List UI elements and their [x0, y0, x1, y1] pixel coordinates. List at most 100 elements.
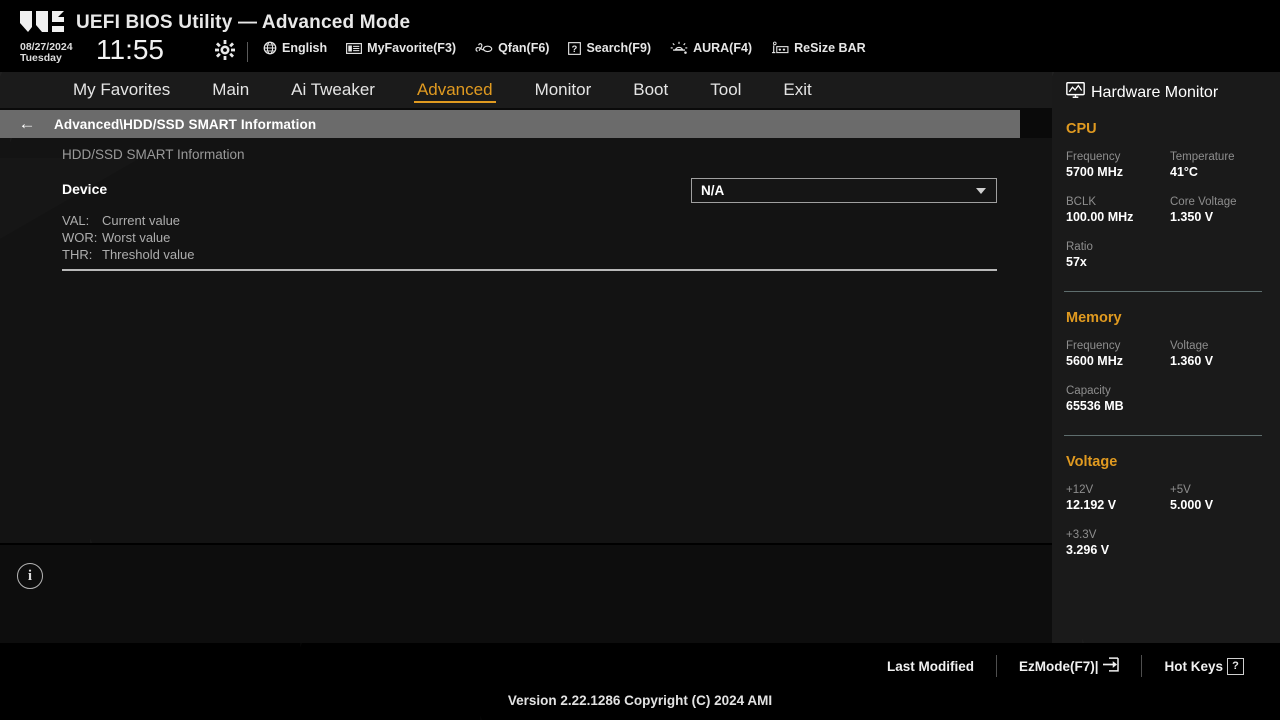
hw-divider: [1064, 435, 1262, 436]
hw-group-voltage-metrics: +12V 12.192 V +5V 5.000 V +3.3V 3.296 V: [1066, 483, 1280, 573]
hw-metric-value: 65536 MB: [1066, 399, 1124, 413]
hw-metric-value: 100.00 MHz: [1066, 210, 1134, 224]
legend-item: VAL: Current value: [62, 212, 195, 229]
info-circle-icon[interactable]: i: [17, 563, 43, 589]
legend-item: THR: Threshold value: [62, 246, 195, 263]
hw-metric-value: 57x: [1066, 255, 1087, 269]
hw-metric-value: 5.000 V: [1170, 498, 1214, 512]
resize-bar-icon: [771, 41, 789, 55]
page-title: UEFI BIOS Utility — Advanced Mode: [76, 12, 411, 33]
hw-group-cpu-title: CPU: [1066, 121, 1097, 137]
hw-metric: Core Voltage 1.350 V: [1170, 195, 1274, 226]
hw-metric: Frequency 5600 MHz: [1066, 339, 1170, 370]
hardware-monitor-title: Hardware Monitor: [1091, 83, 1219, 101]
language-button[interactable]: English: [263, 41, 327, 55]
device-label: Device: [62, 181, 108, 197]
hw-metric: Ratio 57x: [1066, 240, 1274, 271]
ezmode-button[interactable]: EzMode(F7)|: [997, 657, 1142, 675]
hot-keys-label: Hot Keys: [1164, 658, 1223, 674]
hw-metric: Capacity 65536 MB: [1066, 384, 1274, 415]
hw-metric: +3.3V 3.296 V: [1066, 528, 1274, 559]
ezmode-label: EzMode(F7)|: [1018, 658, 1099, 674]
hot-keys-button[interactable]: Hot Keys ?: [1142, 657, 1266, 675]
svg-text:?: ?: [572, 43, 578, 53]
tab-ai-tweaker[interactable]: Ai Tweaker: [270, 72, 396, 108]
myfavorite-label: MyFavorite(F3): [367, 41, 457, 55]
qfan-button[interactable]: Qfan(F6): [475, 41, 549, 55]
legend-item: WOR: Worst value: [62, 229, 195, 246]
header-bar: UEFI BIOS Utility — Advanced Mode 08/27/…: [0, 0, 1280, 72]
device-dropdown[interactable]: N/A: [691, 178, 997, 203]
header-actions: English MyFavorite(F3) Qfan(F6) ? Search…: [263, 41, 866, 55]
question-box-icon: ?: [568, 41, 582, 55]
hw-group-memory-metrics: Frequency 5600 MHz Voltage 1.360 V Capac…: [1066, 339, 1280, 429]
hardware-monitor-panel: Hardware Monitor CPU Frequency 5700 MHz …: [1052, 72, 1280, 643]
hardware-monitor-header: Hardware Monitor: [1052, 72, 1280, 103]
legend-key-val: VAL:: [62, 213, 90, 228]
tab-boot[interactable]: Boot: [612, 72, 689, 108]
tab-tool[interactable]: Tool: [689, 72, 762, 108]
hw-metric: Voltage 1.360 V: [1170, 339, 1274, 370]
hw-group-memory: Memory Frequency 5600 MHz Voltage 1.360 …: [1052, 310, 1280, 429]
hw-divider: [1064, 291, 1262, 292]
hw-group-cpu-metrics: Frequency 5700 MHz Temperature 41°C BCLK…: [1066, 150, 1280, 285]
nav-bar: My Favorites Main Ai Tweaker Advanced Mo…: [0, 72, 1052, 108]
value-legend: VAL: Current value WOR: Worst value THR:…: [62, 212, 195, 263]
hw-group-voltage-title: Voltage: [1066, 454, 1118, 470]
arrow-into-box-icon: [1102, 657, 1120, 675]
globe-icon: [263, 41, 277, 55]
myfavorite-button[interactable]: MyFavorite(F3): [346, 41, 456, 55]
hw-metric-label: +12V: [1066, 484, 1094, 496]
hw-metric-label: Core Voltage: [1170, 196, 1237, 208]
device-setting-row: Device N/A: [62, 178, 997, 204]
legend-key-wor: WOR:: [62, 230, 98, 245]
breadcrumb-path: Advanced\HDD/SSD SMART Information: [54, 116, 317, 132]
resize-bar-label: ReSize BAR: [794, 41, 866, 55]
hw-metric-label: BCLK: [1066, 196, 1097, 208]
footer-bar: Last Modified EzMode(F7)| Hot Keys ? Ver…: [0, 643, 1280, 720]
hw-metric-label: +5V: [1170, 484, 1191, 496]
search-label: Search(F9): [586, 41, 652, 55]
tab-monitor[interactable]: Monitor: [514, 72, 613, 108]
document-list-icon: [346, 42, 363, 55]
qfan-label: Qfan(F6): [498, 41, 550, 55]
search-button[interactable]: ? Search(F9): [568, 41, 651, 55]
hw-metric-value: 5700 MHz: [1066, 165, 1123, 179]
hw-metric-value: 41°C: [1170, 165, 1198, 179]
legend-text-thr: Threshold value: [102, 247, 195, 262]
legend-key-thr: THR:: [62, 247, 93, 262]
hw-metric-label: Temperature: [1170, 151, 1235, 163]
hw-metric-value: 3.296 V: [1066, 543, 1110, 557]
aura-lighting-icon: [670, 41, 688, 55]
hw-group-voltage: Voltage +12V 12.192 V +5V 5.000 V +3.3V …: [1052, 454, 1280, 573]
hw-metric-value: 12.192 V: [1066, 498, 1117, 512]
hw-metric-label: Voltage: [1170, 340, 1209, 352]
tab-advanced[interactable]: Advanced: [396, 72, 514, 108]
arrow-left-icon[interactable]: ←: [0, 114, 54, 134]
fan-icon: [475, 42, 493, 55]
bios-screen: UEFI BIOS Utility — Advanced Mode 08/27/…: [0, 0, 1280, 720]
tab-exit[interactable]: Exit: [762, 72, 832, 108]
hw-metric-label: Frequency: [1066, 151, 1121, 163]
weekday-text: Tuesday: [20, 52, 62, 64]
main-content-panel: HDD/SSD SMART Information Device N/A VAL…: [0, 138, 1052, 543]
question-box-icon: ?: [1227, 657, 1244, 675]
hw-metric-value: 1.350 V: [1170, 210, 1214, 224]
last-modified-label: Last Modified: [886, 658, 974, 674]
hw-metric: +12V 12.192 V: [1066, 483, 1170, 514]
tab-my-favorites[interactable]: My Favorites: [52, 72, 191, 108]
tab-main[interactable]: Main: [191, 72, 270, 108]
hw-metric-label: Ratio: [1066, 241, 1093, 253]
hw-metric: BCLK 100.00 MHz: [1066, 195, 1170, 226]
resize-bar-button[interactable]: ReSize BAR: [771, 41, 866, 55]
aura-button[interactable]: AURA(F4): [670, 41, 752, 55]
breadcrumb: ← Advanced\HDD/SSD SMART Information: [0, 110, 1020, 138]
last-modified-button[interactable]: Last Modified: [865, 659, 996, 674]
date-display: 08/27/2024 Tuesday: [20, 42, 73, 64]
tuf-gaming-logo-icon: [18, 10, 70, 36]
hw-metric: Temperature 41°C: [1170, 150, 1274, 181]
gear-icon[interactable]: [215, 40, 235, 60]
hw-metric-label: Frequency: [1066, 340, 1121, 352]
hw-group-memory-title: Memory: [1066, 310, 1122, 326]
header-separator: [247, 42, 248, 62]
